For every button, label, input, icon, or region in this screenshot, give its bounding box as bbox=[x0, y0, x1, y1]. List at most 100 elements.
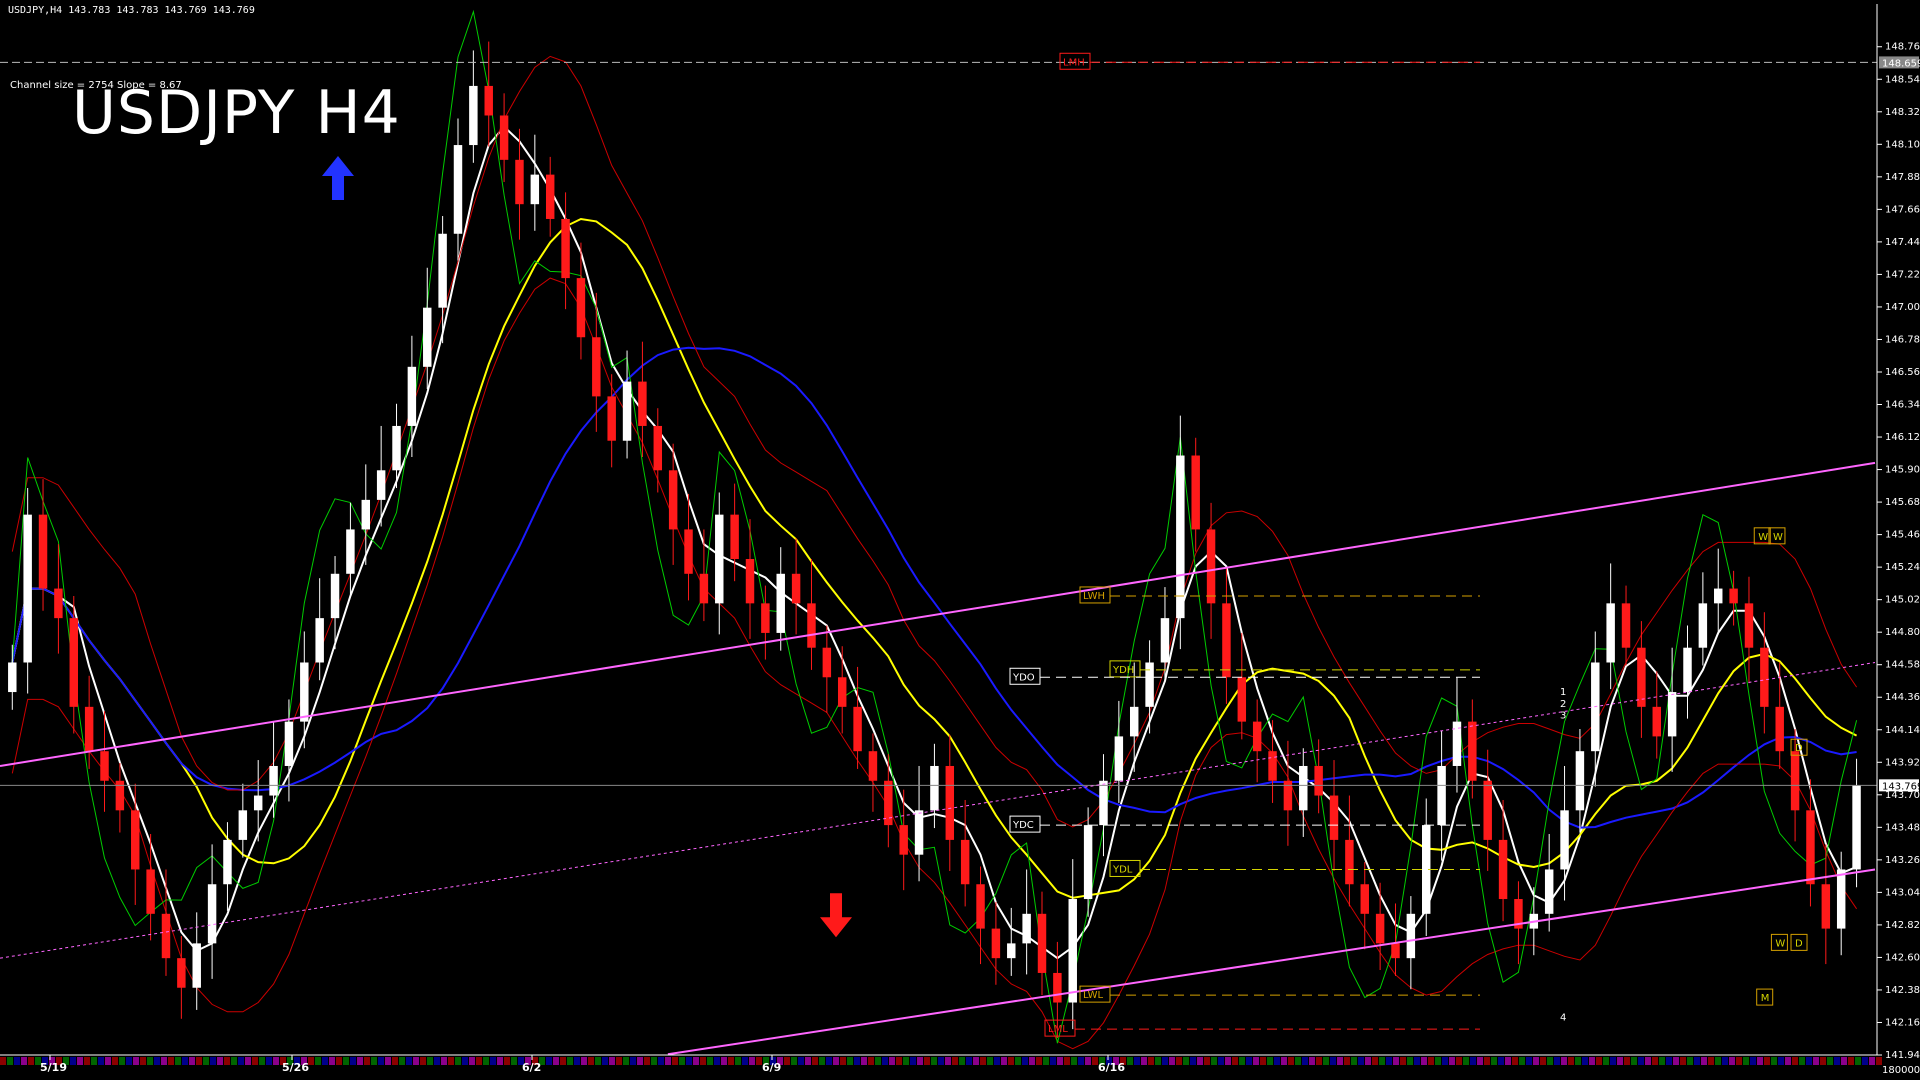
session-strip-cell bbox=[1736, 1057, 1742, 1065]
price-tick-label: 144.365 bbox=[1885, 692, 1920, 703]
level-label: LWH bbox=[1083, 591, 1105, 602]
session-strip-cell bbox=[203, 1057, 209, 1065]
session-strip-cell bbox=[1617, 1057, 1623, 1065]
price-tick-label: 143.265 bbox=[1885, 855, 1920, 866]
session-strip-cell bbox=[490, 1057, 496, 1065]
candle-body bbox=[469, 85, 478, 146]
marker-label: M bbox=[1761, 993, 1770, 1004]
candle-body bbox=[1437, 765, 1446, 826]
marker-label: D bbox=[1795, 743, 1803, 754]
price-tick-label: 144.145 bbox=[1885, 725, 1920, 736]
session-strip-cell bbox=[154, 1057, 160, 1065]
candle-body bbox=[1698, 603, 1708, 648]
session-strip-cell bbox=[1400, 1057, 1406, 1065]
session-strip-cell bbox=[1848, 1057, 1854, 1065]
session-strip-cell bbox=[1547, 1057, 1553, 1065]
candle-body bbox=[1575, 751, 1585, 811]
candle-body bbox=[1806, 810, 1815, 885]
session-strip-cell bbox=[1309, 1057, 1315, 1065]
session-strip-cell bbox=[1057, 1057, 1063, 1065]
session-strip-cell bbox=[1288, 1057, 1294, 1065]
session-strip-cell bbox=[1722, 1057, 1728, 1065]
session-strip-cell bbox=[189, 1057, 195, 1065]
session-strip-cell bbox=[1414, 1057, 1420, 1065]
projection-label: 4 bbox=[1560, 1012, 1566, 1023]
candle-body bbox=[622, 381, 632, 441]
session-strip-cell bbox=[126, 1057, 132, 1065]
candle-body bbox=[853, 706, 862, 752]
session-strip-cell bbox=[119, 1057, 125, 1065]
session-strip-cell bbox=[1190, 1057, 1196, 1065]
session-strip-cell bbox=[1834, 1057, 1840, 1065]
candle-body bbox=[745, 559, 755, 604]
level-label: LMH bbox=[1063, 57, 1085, 68]
candle-body bbox=[376, 470, 386, 500]
session-strip-cell bbox=[1638, 1057, 1644, 1065]
session-strip-cell bbox=[511, 1057, 517, 1065]
session-strip-cell bbox=[826, 1057, 832, 1065]
candle-body bbox=[1852, 785, 1861, 870]
session-strip-cell bbox=[1484, 1057, 1490, 1065]
session-strip-cell bbox=[14, 1057, 20, 1065]
candle-body bbox=[1560, 810, 1569, 870]
session-strip-cell bbox=[553, 1057, 559, 1065]
session-strip-cell bbox=[1855, 1057, 1861, 1065]
session-strip-cell bbox=[945, 1057, 951, 1065]
session-strip-cell bbox=[574, 1057, 580, 1065]
session-strip-cell bbox=[1029, 1057, 1035, 1065]
session-strip-cell bbox=[1827, 1057, 1833, 1065]
session-strip-cell bbox=[1505, 1057, 1511, 1065]
session-strip-cell bbox=[896, 1057, 902, 1065]
session-strip-cell bbox=[322, 1057, 328, 1065]
session-strip-cell bbox=[1666, 1057, 1672, 1065]
session-strip-cell bbox=[749, 1057, 755, 1065]
session-strip-cell bbox=[1554, 1057, 1560, 1065]
session-strip-cell bbox=[1225, 1057, 1231, 1065]
session-strip-cell bbox=[357, 1057, 363, 1065]
session-strip-cell bbox=[1393, 1057, 1399, 1065]
session-strip-cell bbox=[861, 1057, 867, 1065]
session-strip-cell bbox=[133, 1057, 139, 1065]
candle-body bbox=[1237, 677, 1247, 722]
candle-body bbox=[1637, 647, 1646, 707]
session-strip-cell bbox=[1568, 1057, 1574, 1065]
price-tick-label: 146.345 bbox=[1885, 400, 1920, 411]
session-strip-cell bbox=[1463, 1057, 1469, 1065]
date-tick-label: 5/19 bbox=[40, 1061, 67, 1074]
candle-body bbox=[914, 810, 924, 855]
session-strip-cell bbox=[602, 1057, 608, 1065]
candle-body bbox=[761, 603, 770, 633]
level-label: YDC bbox=[1012, 820, 1034, 831]
session-strip-cell bbox=[1491, 1057, 1497, 1065]
session-strip-cell bbox=[70, 1057, 76, 1065]
candle-body bbox=[607, 396, 616, 441]
candle-body bbox=[1667, 692, 1677, 737]
session-strip-cell bbox=[1050, 1057, 1056, 1065]
session-strip-cell bbox=[252, 1057, 258, 1065]
price-tick-label: 143.045 bbox=[1885, 887, 1920, 898]
session-strip-cell bbox=[1631, 1057, 1637, 1065]
session-strip-cell bbox=[1330, 1057, 1336, 1065]
session-strip-cell bbox=[441, 1057, 447, 1065]
candle-body bbox=[1007, 943, 1016, 959]
candle-body bbox=[960, 839, 970, 885]
session-strip-cell bbox=[1036, 1057, 1042, 1065]
level-label: YDL bbox=[1112, 864, 1133, 875]
symbol-info: USDJPY,H4 143.783 143.783 143.769 143.76… bbox=[8, 5, 255, 16]
session-strip-cell bbox=[1876, 1057, 1882, 1065]
candle-body bbox=[207, 884, 217, 944]
session-strip-cell bbox=[1386, 1057, 1392, 1065]
price-tick-label: 148.105 bbox=[1885, 139, 1920, 150]
projection-label: 3 bbox=[1560, 711, 1566, 722]
session-strip-cell bbox=[217, 1057, 223, 1065]
candle-body bbox=[1483, 780, 1492, 840]
candle-body bbox=[1222, 603, 1231, 678]
session-strip-cell bbox=[1162, 1057, 1168, 1065]
price-tick-label: 146.565 bbox=[1885, 367, 1920, 378]
session-strip-cell bbox=[385, 1057, 391, 1065]
session-strip-cell bbox=[1232, 1057, 1238, 1065]
session-strip-cell bbox=[259, 1057, 265, 1065]
chart-svg: LMHLWHYDHYDOYDCYDLLWLLMLWDW DMW1234 148.7… bbox=[0, 0, 1920, 1080]
candle-body bbox=[1068, 899, 1077, 1003]
candle-body bbox=[515, 159, 524, 205]
